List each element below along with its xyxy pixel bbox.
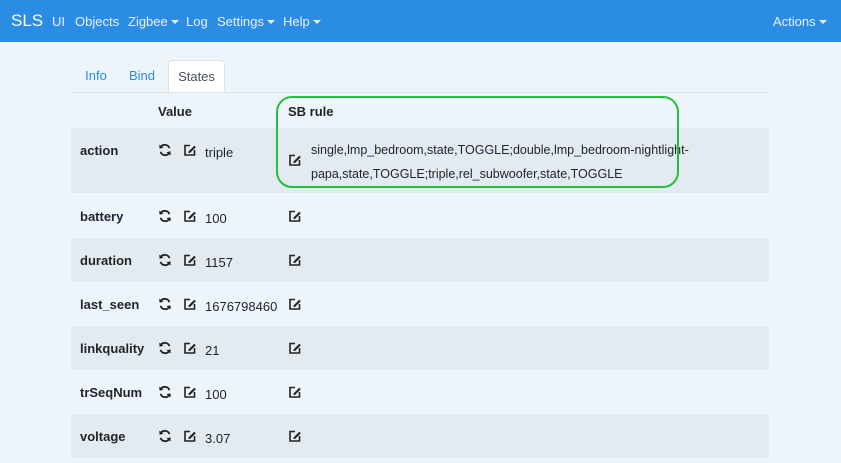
edit-rule-icon[interactable]	[288, 253, 302, 267]
edit-icon[interactable]	[183, 209, 197, 223]
nav-item-settings-label: Settings	[217, 14, 264, 29]
property-name: duration	[80, 253, 132, 268]
column-header-value: Value	[158, 104, 192, 119]
table-row: voltage 3.07	[71, 414, 769, 458]
edit-icon[interactable]	[183, 297, 197, 311]
edit-icon[interactable]	[183, 253, 197, 267]
edit-icon[interactable]	[183, 429, 197, 443]
chevron-down-icon	[170, 20, 179, 24]
edit-icon[interactable]	[183, 143, 197, 157]
edit-icon[interactable]	[183, 341, 197, 355]
property-value: 100	[205, 387, 227, 402]
chevron-down-icon	[818, 20, 827, 24]
property-name: linkquality	[80, 341, 145, 356]
nav-item-zigbee-label: Zigbee	[128, 14, 168, 29]
edit-rule-icon[interactable]	[288, 429, 302, 443]
edit-rule-icon[interactable]	[288, 385, 302, 399]
property-value: 1157	[205, 255, 233, 270]
property-name: battery	[80, 209, 124, 224]
property-name: action	[80, 143, 119, 158]
edit-rule-icon[interactable]	[288, 209, 302, 223]
table-row: last_seen 1676798460	[71, 282, 769, 326]
tab-bar: Info Bind States	[71, 60, 769, 93]
highlight-outline	[276, 96, 679, 188]
brand-logo[interactable]: SLS	[11, 11, 43, 31]
property-value: 1676798460	[205, 299, 278, 314]
property-name: voltage	[80, 429, 126, 444]
nav-item-help[interactable]: Help	[283, 14, 321, 29]
nav-item-objects[interactable]: Objects	[75, 14, 119, 29]
navbar: SLS UI Objects Zigbee Log Settings Help …	[0, 0, 841, 42]
tab-bind[interactable]: Bind	[121, 60, 163, 92]
refresh-icon[interactable]	[158, 341, 172, 355]
nav-item-help-label: Help	[283, 14, 310, 29]
refresh-icon[interactable]	[158, 297, 172, 311]
refresh-icon[interactable]	[158, 253, 172, 267]
nav-item-zigbee[interactable]: Zigbee	[128, 14, 179, 29]
edit-icon[interactable]	[183, 385, 197, 399]
refresh-icon[interactable]	[158, 429, 172, 443]
chevron-down-icon	[266, 20, 275, 24]
edit-rule-icon[interactable]	[288, 297, 302, 311]
nav-item-actions[interactable]: Actions	[773, 14, 827, 29]
chevron-down-icon	[312, 20, 321, 24]
table-row: duration 1157	[71, 238, 769, 282]
nav-item-settings[interactable]: Settings	[217, 14, 275, 29]
property-value: 21	[205, 343, 220, 358]
property-name: last_seen	[80, 297, 140, 312]
table-row: battery 100	[71, 194, 769, 238]
property-value: 100	[205, 211, 227, 226]
property-value: triple	[205, 145, 234, 160]
edit-rule-icon[interactable]	[288, 341, 302, 355]
property-name: trSeqNum	[80, 385, 143, 400]
tab-info[interactable]: Info	[73, 60, 119, 92]
refresh-icon[interactable]	[158, 385, 172, 399]
nav-item-log[interactable]: Log	[186, 14, 208, 29]
refresh-icon[interactable]	[158, 143, 172, 157]
tab-states[interactable]: States	[168, 60, 225, 92]
table-row: trSeqNum 100	[71, 370, 769, 414]
property-value: 3.07	[205, 431, 231, 446]
nav-item-ui[interactable]: UI	[52, 14, 65, 29]
table-row: linkquality 21	[71, 326, 769, 370]
nav-item-actions-label: Actions	[773, 14, 816, 29]
refresh-icon[interactable]	[158, 209, 172, 223]
